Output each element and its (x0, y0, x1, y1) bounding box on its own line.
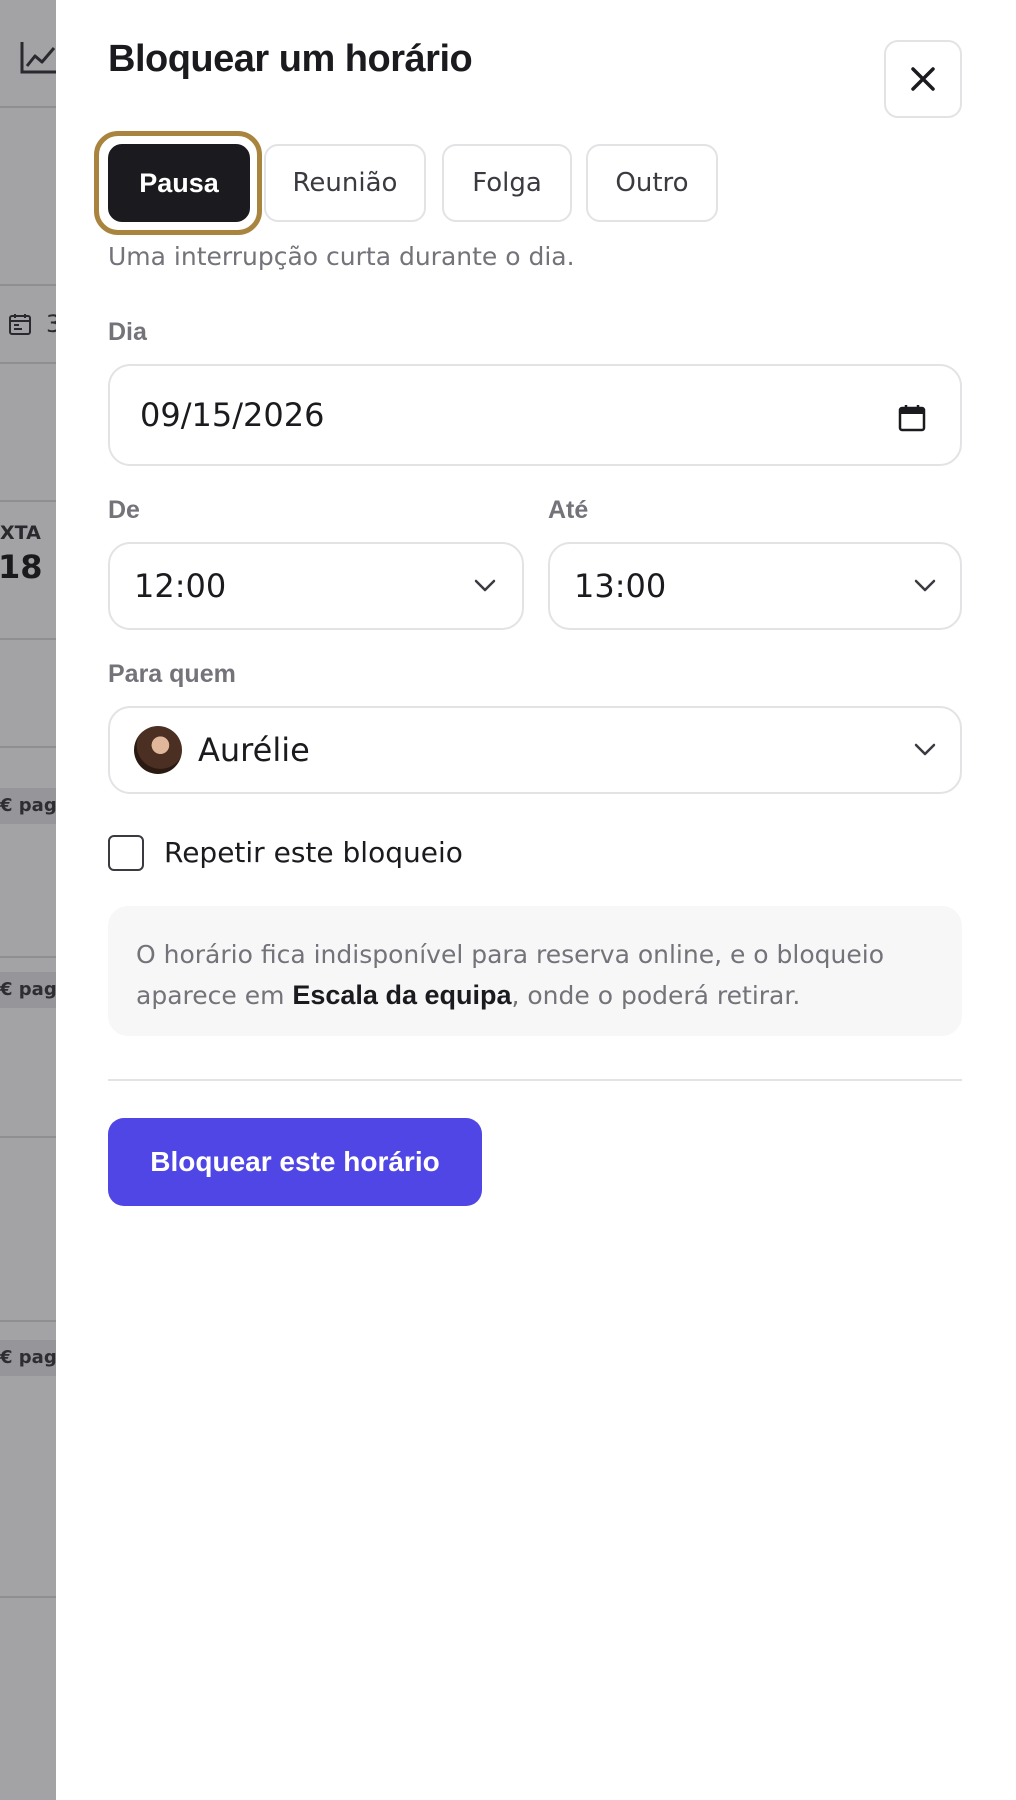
repeat-label[interactable]: Repetir este bloqueio (164, 835, 463, 871)
from-label: De (108, 496, 140, 524)
type-option-folga[interactable]: Folga (442, 144, 572, 222)
to-time-select[interactable]: 13:00 (548, 542, 962, 630)
from-time-select[interactable]: 12:00 (108, 542, 524, 630)
type-option-reuniao[interactable]: Reunião (264, 144, 426, 222)
close-icon (911, 67, 935, 91)
background-divider (0, 1136, 56, 1138)
for-whom-label: Para quem (108, 660, 236, 688)
background-paid-badge: € pago (0, 788, 56, 824)
to-label: Até (548, 496, 589, 524)
staff-select[interactable]: Aurélie (108, 706, 962, 794)
staff-value: Aurélie (198, 731, 310, 769)
panel-title: Bloquear um horário (108, 38, 473, 80)
chevron-down-icon (914, 743, 936, 756)
info-highlight: Escala da equipa (292, 980, 512, 1010)
repeat-checkbox[interactable] (108, 835, 144, 871)
type-option-pausa[interactable]: Pausa (108, 144, 250, 222)
from-value: 12:00 (134, 567, 227, 605)
divider (108, 1079, 962, 1081)
to-value: 13:00 (574, 567, 667, 605)
block-time-panel: Bloquear um horário Pausa Reunião Folga … (56, 0, 1016, 1800)
close-button[interactable] (884, 40, 962, 118)
chart-icon (20, 42, 56, 74)
day-value: 09/15/2026 (140, 396, 325, 434)
day-label: Dia (108, 318, 147, 346)
background-divider (0, 956, 56, 958)
background-divider (0, 638, 56, 640)
background-day-number: 18 (0, 548, 43, 586)
chevron-down-icon (914, 579, 936, 592)
block-time-button[interactable]: Bloquear este horário (108, 1118, 482, 1206)
background-divider (0, 106, 56, 108)
background-divider (0, 746, 56, 748)
background-paid-badge: € pago (0, 1340, 56, 1376)
background-day-name: XTA (0, 522, 41, 544)
chevron-down-icon (474, 579, 496, 592)
background-divider (0, 500, 56, 502)
calendar-icon[interactable] (898, 404, 926, 432)
background-divider (0, 1320, 56, 1322)
background-divider (0, 362, 56, 364)
type-option-outro[interactable]: Outro (586, 144, 718, 222)
type-description: Uma interrupção curta durante o dia. (108, 242, 575, 271)
day-date-input[interactable]: 09/15/2026 (108, 364, 962, 466)
background-divider (0, 1596, 56, 1598)
avatar (134, 726, 182, 774)
background-divider (0, 284, 56, 286)
info-box: O horário fica indisponível para reserva… (108, 906, 962, 1036)
calendar-icon (9, 314, 31, 335)
background-paid-badge: € pago (0, 972, 56, 1008)
info-text-after: , onde o poderá retirar. (511, 981, 801, 1010)
